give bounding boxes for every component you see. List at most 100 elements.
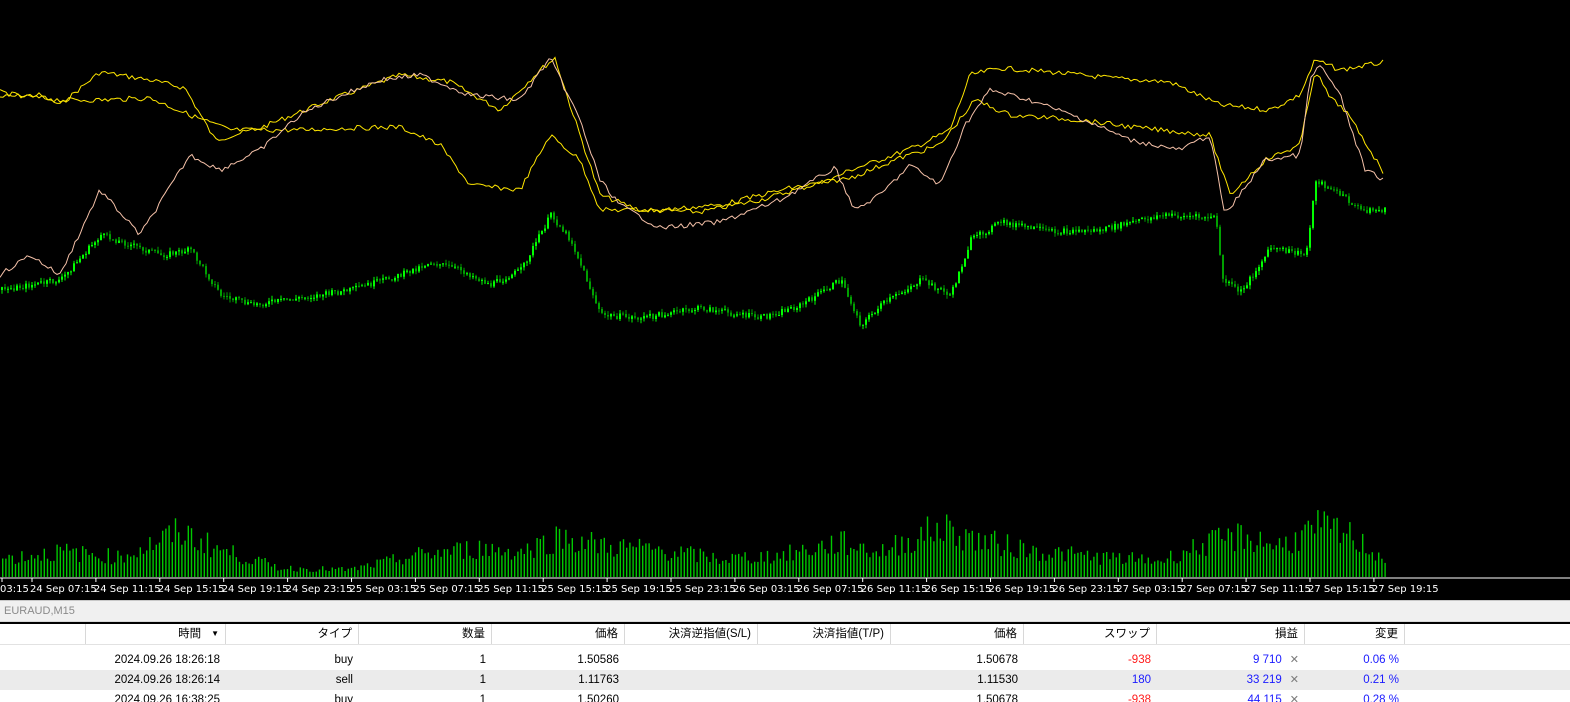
volume-bar: [78, 562, 81, 577]
volume-bar: [661, 549, 663, 577]
table-row[interactable]: 2024.09.26 18:26:18 buy 1 1.50586 1.5067…: [0, 650, 1570, 670]
candle-body: [472, 276, 474, 278]
trade-table[interactable]: 時間 ▼ タイプ 数量 価格 決済逆指値(S/L) 決済指値(T/P) 価格 スワ…: [0, 624, 1570, 702]
volume-bar: [533, 557, 535, 577]
candle-body: [1255, 271, 1257, 278]
candle-body: [1063, 228, 1065, 234]
table-row[interactable]: 2024.09.26 16:38:25 buy 1 1.50260 1.5067…: [0, 690, 1570, 702]
cell-stop-loss[interactable]: [625, 670, 758, 690]
volume-bar: [994, 530, 996, 577]
candle-body: [652, 313, 654, 319]
volume-bar: [648, 543, 650, 577]
candle-body: [871, 314, 873, 316]
candle-body: [634, 316, 636, 318]
candle-body: [670, 312, 672, 315]
candle-body: [1039, 226, 1041, 228]
candle-body: [1360, 205, 1362, 210]
volume-bar: [1010, 552, 1012, 577]
volume-bar: [674, 551, 676, 577]
candle-body: [841, 280, 843, 284]
volume-bar: [251, 564, 253, 577]
time-axis-label: 27 Sep 11:15: [1244, 584, 1311, 595]
candle-body: [1306, 247, 1308, 255]
header-profit[interactable]: 損益: [1157, 624, 1305, 644]
volume-bar: [766, 550, 769, 577]
cell-stop-loss[interactable]: [625, 650, 758, 670]
candle-body: [301, 297, 303, 298]
header-volume[interactable]: 数量: [359, 624, 492, 644]
header-change[interactable]: 変更: [1305, 624, 1405, 644]
volume-bar: [427, 552, 429, 577]
candle-body: [1084, 229, 1086, 233]
candle-body: [658, 312, 660, 316]
candle-body: [739, 314, 741, 316]
symbol-bar: EURAUD,M15: [0, 600, 1570, 622]
candle-body: [148, 249, 150, 253]
table-row[interactable]: 2024.09.26 18:26:14 sell 1 1.11763 1.115…: [0, 670, 1570, 690]
header-swap[interactable]: スワップ: [1024, 624, 1157, 644]
candle-body: [628, 316, 630, 319]
candle-body: [373, 280, 375, 287]
volume-bar: [152, 550, 154, 577]
candle-body: [787, 308, 789, 313]
volume-bar: [1310, 524, 1313, 577]
cell-take-profit[interactable]: [758, 670, 891, 690]
volume-bar: [133, 555, 135, 577]
header-current-price[interactable]: 価格: [891, 624, 1024, 644]
cell-take-profit[interactable]: [758, 690, 891, 702]
candle-body: [1129, 222, 1131, 224]
cell-volume: 1: [479, 654, 486, 666]
candle-body: [922, 278, 924, 280]
candle-body: [1120, 222, 1122, 229]
candle-body: [253, 302, 255, 306]
volume-bar: [386, 556, 388, 577]
candle-body: [715, 310, 717, 313]
volume-bar: [1064, 561, 1066, 577]
cell-take-profit[interactable]: [758, 650, 891, 670]
volume-bar: [968, 533, 970, 577]
candle-body: [22, 288, 24, 289]
candle-body: [742, 312, 744, 315]
volume-bar: [811, 555, 813, 577]
volume-bar: [907, 538, 909, 577]
volume-bar: [1230, 532, 1233, 577]
candle-body: [1288, 249, 1290, 253]
candle-body: [421, 266, 423, 268]
volume-bar: [213, 548, 215, 577]
header-type[interactable]: タイプ: [226, 624, 359, 644]
candle-body: [808, 297, 810, 302]
header-stop-loss[interactable]: 決済逆指値(S/L): [625, 624, 758, 644]
cell-stop-loss[interactable]: [625, 690, 758, 702]
candle-body: [730, 312, 732, 316]
candle-body: [925, 278, 927, 281]
volume-bar: [853, 549, 855, 577]
candle-body: [1111, 225, 1113, 230]
candle-body: [55, 282, 57, 284]
candle-body: [1258, 267, 1260, 272]
volume-bar: [1179, 561, 1181, 577]
candle-body: [1339, 190, 1341, 196]
close-position-icon[interactable]: ✕: [1290, 654, 1299, 666]
close-position-icon[interactable]: ✕: [1290, 694, 1299, 702]
candle-body: [622, 313, 624, 315]
volume-bar: [267, 562, 269, 577]
volume-bar: [613, 556, 615, 577]
header-price[interactable]: 価格: [492, 624, 625, 644]
close-position-icon[interactable]: ✕: [1290, 674, 1299, 686]
cell-current-price: 1.50678: [976, 694, 1018, 702]
candle-body: [1207, 217, 1209, 219]
header-take-profit[interactable]: 決済指値(T/P): [758, 624, 891, 644]
candle-body: [1156, 215, 1158, 219]
volume-bar: [443, 549, 445, 577]
candle-body: [805, 301, 807, 305]
candle-body: [757, 317, 759, 319]
volume-bar: [318, 569, 321, 577]
volume-bar: [1221, 539, 1223, 577]
candle-body: [271, 299, 273, 302]
candle-body: [988, 232, 990, 234]
candle-body: [1315, 181, 1317, 201]
header-time[interactable]: 時間 ▼: [86, 624, 226, 644]
volume-bar: [270, 566, 273, 577]
chart-canvas[interactable]: 03:15 24 Sep 07:1524 Sep 11:1524 Sep 15:1…: [0, 0, 1570, 600]
price-chart[interactable]: 03:15 24 Sep 07:15 24 Sep 11:15 24 Sep 15:1…: [0, 0, 1570, 600]
